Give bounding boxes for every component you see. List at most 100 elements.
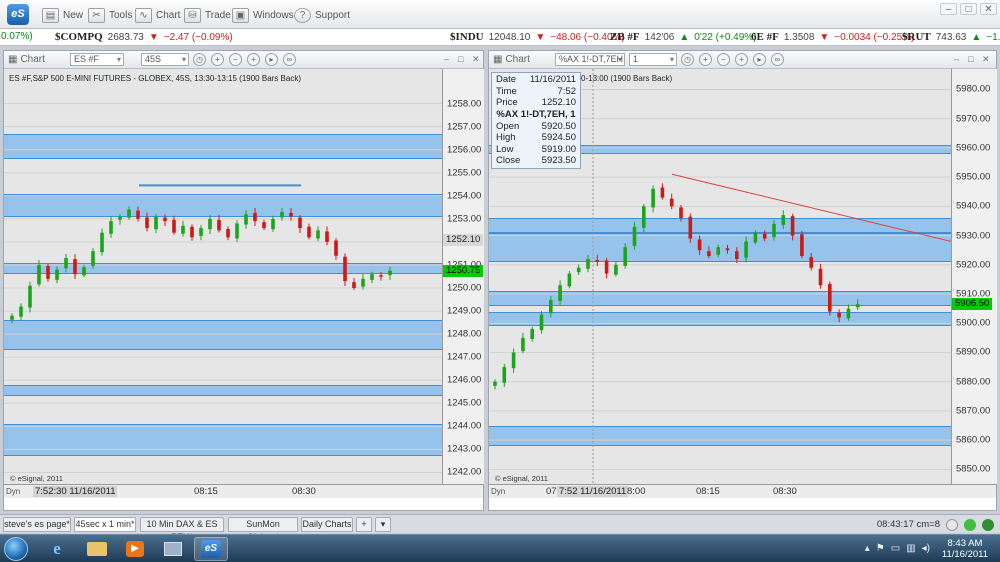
folder-icon[interactable] [80, 537, 114, 561]
menu-windows[interactable]: ▣ Windows [232, 6, 294, 24]
chart-menu[interactable]: ▦ Chart [8, 54, 45, 65]
price-chart-es[interactable]: ES #F,S&P 500 E-MINI FUTURES - GLOBEX, 4… [4, 69, 442, 484]
maximize-icon[interactable]: □ [960, 3, 977, 15]
tray-arrow-icon[interactable]: ▴ [865, 543, 870, 554]
ticker-item[interactable]: 6E #F 1.3508 ▼ −0.0034 (−0.25%) [751, 31, 914, 43]
price-tick: 1244.00 [447, 420, 482, 432]
window-maximize-icon[interactable]: □ [458, 54, 463, 64]
window-minimize-icon[interactable]: – [444, 54, 449, 64]
dw-date-label: Date [496, 74, 517, 85]
price-tick: 5890.00 [956, 346, 991, 358]
time-axis[interactable]: Dyn 07: 7:52 11/16/2011 8:00 08:15 08:30 [489, 484, 996, 498]
candle-body [502, 367, 507, 383]
flag-icon[interactable]: ⚑ [876, 543, 885, 554]
window-maximize-icon[interactable]: □ [968, 54, 973, 64]
start-button[interactable] [4, 537, 28, 561]
price-axis[interactable]: 5980.00 5970.00 5960.00 5950.00 5940.00 5930.… [951, 69, 997, 484]
candle-body [280, 211, 284, 218]
menu-support-label: Support [315, 9, 351, 21]
page-tab[interactable]: 10 Min DAX & ES RTH* [140, 517, 224, 542]
menu-chart[interactable]: ∿ Chart [135, 6, 180, 24]
window-close-icon[interactable]: ✕ [982, 54, 990, 65]
esignal-taskbar-button[interactable]: eS [194, 537, 228, 561]
ticker-item[interactable]: ZB #F 142'06 ▲ 0'22 (+0.49%) [610, 31, 757, 43]
candle-body [172, 219, 176, 233]
up-arrow-icon: ▲ [679, 32, 690, 43]
tab-menu-icon[interactable]: ▾ [375, 517, 391, 532]
connection-status-icon [964, 518, 976, 531]
clock-icon[interactable]: ◷ [193, 53, 206, 66]
menu-new[interactable]: ▤ New [42, 6, 83, 24]
candle-body [809, 257, 813, 268]
ticker-item[interactable]: $RUT 743.63 ▲ −1.55 ( [902, 31, 1000, 43]
crosshair-icon[interactable]: + [699, 53, 712, 66]
candle-body [109, 221, 113, 234]
link-icon[interactable]: ∞ [771, 53, 784, 66]
copyright-text: © eSignal, 2011 [495, 474, 548, 483]
symbol-input[interactable]: %AX 1!-DT,7EH [555, 53, 625, 66]
volume-icon[interactable]: ◂) [922, 543, 930, 554]
app-logo[interactable]: eS [7, 4, 29, 25]
price-axis[interactable]: 1258.00 1257.00 1256.00 1255.00 1254.00 1253.… [442, 69, 484, 484]
candle-body [163, 217, 167, 222]
close-icon[interactable]: ✕ [980, 3, 997, 15]
network-icon[interactable] [156, 537, 190, 561]
play-icon[interactable]: ▸ [753, 53, 766, 66]
menu-tools[interactable]: ✂ Tools [88, 6, 132, 24]
dw-price: 1252.10 [541, 97, 576, 108]
interval-select[interactable]: 45S [141, 53, 189, 66]
crosshair-icon[interactable]: + [211, 53, 224, 66]
page-tab-active[interactable]: 45sec x 1 min* [74, 517, 136, 532]
menu-new-label: New [63, 9, 84, 21]
price-chart-dax[interactable]: 0-13:00 (1900 Bars Back) © eSignal, 2011… [489, 69, 951, 484]
candle-body [818, 268, 823, 286]
page-tab-bar: steve's es page* 45sec x 1 min* 10 Min D… [0, 514, 1000, 542]
time-axis[interactable]: Dyn 7:52:30 11/16/2011 08:15 08:30 [4, 484, 483, 498]
zoom-in-icon[interactable]: + [735, 53, 748, 66]
menu-trade[interactable]: ⛁ Trade [184, 6, 231, 24]
minimize-icon[interactable]: – [940, 3, 957, 15]
esignal-app-icon: eS [201, 540, 221, 558]
candle-body [127, 209, 131, 218]
internet-explorer-icon[interactable]: e [40, 537, 74, 561]
interval-select[interactable]: 1 [629, 53, 677, 66]
window-minimize-icon[interactable]: – [954, 54, 959, 64]
candle-body [136, 210, 140, 219]
dyn-toggle[interactable]: Dyn [491, 487, 505, 496]
zoom-out-icon[interactable]: − [717, 53, 730, 66]
media-player-icon[interactable]: ▶ [118, 537, 152, 561]
wifi-icon[interactable]: ▥ [906, 543, 915, 554]
time-tick: 8:00 [627, 486, 646, 497]
dyn-toggle[interactable]: Dyn [6, 487, 20, 496]
lock-icon[interactable] [946, 518, 958, 531]
dw-price-label: Price [496, 97, 518, 108]
clock-icon[interactable]: ◷ [681, 53, 694, 66]
candle-body [614, 264, 618, 275]
page-tab[interactable]: SunMon Globex* [228, 517, 298, 542]
os-taskbar: e ▶ eS ▴ ⚑ ▭ ▥ ◂) 8:43 AM 11/16/2011 [0, 534, 1000, 562]
chart-menu[interactable]: ▦ Chart [493, 54, 530, 65]
monitor-icon[interactable]: ▭ [891, 543, 900, 554]
window-close-icon[interactable]: ✕ [472, 54, 480, 65]
link-icon[interactable]: ∞ [283, 53, 296, 66]
ticker-item[interactable]: $INDU 12048.10 ▼ −48.06 (−0.40%) [450, 31, 625, 43]
price-tick: 5980.00 [956, 83, 991, 95]
play-icon[interactable]: ▸ [265, 53, 278, 66]
chart-toolbar-label: Chart [20, 54, 45, 65]
zoom-in-icon[interactable]: + [247, 53, 260, 66]
candle-body [735, 251, 739, 259]
menu-support[interactable]: ? Support [294, 6, 350, 24]
power-icon[interactable] [982, 518, 994, 531]
page-tab[interactable]: Daily Charts [301, 517, 353, 532]
symbol-input[interactable]: ES #F [70, 53, 124, 66]
page-tab[interactable]: steve's es page* [3, 517, 71, 532]
taskbar-clock[interactable]: 8:43 AM 11/16/2011 [942, 538, 988, 560]
new-document-icon: ▤ [42, 7, 59, 23]
dw-high: 5924.50 [541, 132, 576, 143]
add-tab-icon[interactable]: + [356, 517, 372, 532]
zoom-out-icon[interactable]: − [229, 53, 242, 66]
ticker-item[interactable]: $COMPQ 2683.73 ▼ −2.47 (−0.09%) [55, 31, 233, 43]
ticker-item[interactable]: 0.07%) [1, 31, 33, 42]
candle-body [679, 207, 683, 219]
candle-body [595, 260, 600, 262]
